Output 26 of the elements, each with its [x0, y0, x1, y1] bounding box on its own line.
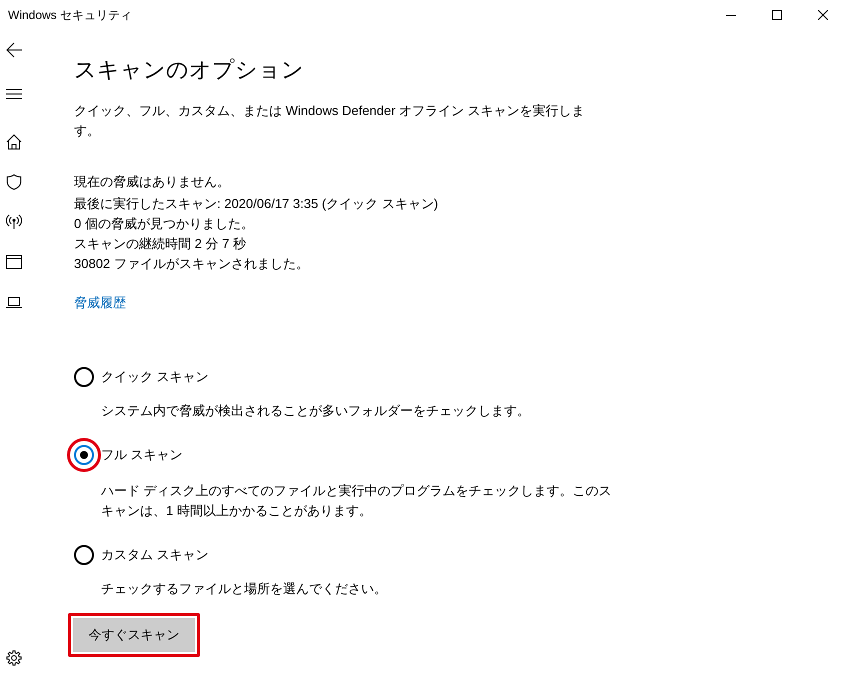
page-title: スキャンのオプション — [74, 56, 304, 84]
laptop-icon[interactable] — [6, 294, 22, 310]
shield-icon[interactable] — [6, 174, 22, 190]
window-icon[interactable] — [6, 254, 22, 270]
menu-icon[interactable] — [6, 86, 22, 102]
maximize-icon[interactable] — [772, 10, 782, 20]
status-text: 現在の脅威はありません。 — [74, 173, 231, 191]
close-icon[interactable] — [818, 10, 828, 20]
option-description: チェックするファイルと場所を選んでください。 — [101, 580, 388, 598]
scan-option-radio[interactable]: カスタム スキャン — [74, 543, 209, 567]
status-text: 最後に実行したスキャン: 2020/06/17 3:35 (クイック スキャン) — [74, 195, 438, 213]
house-icon[interactable] — [6, 134, 22, 150]
option-description: システム内で脅威が検出されることが多いフォルダーをチェックします。 — [101, 402, 531, 420]
status-text: 30802 ファイルがスキャンされました。 — [74, 255, 310, 273]
antenna-icon[interactable] — [6, 214, 22, 230]
option-description: ハード ディスク上のすべてのファイルと実行中のプログラムをチェックします。このスキャンは、1 時間以上かかることがあります。 — [101, 482, 613, 520]
page-description: クイック、フル、カスタム、または Windows Defender オフライン スキャンを実行します。 — [74, 102, 586, 140]
status-text: スキャンの継続時間 2 分 7 秒 — [74, 235, 247, 253]
window-title: Windows セキュリティ — [8, 6, 132, 24]
scan-now-button[interactable]: 今すぐスキャン — [73, 618, 195, 652]
scan-option-radio[interactable]: フル スキャン — [74, 443, 183, 467]
scan-option-radio[interactable]: クイック スキャン — [74, 365, 209, 389]
settings-icon[interactable] — [6, 650, 22, 666]
back-arrow-icon[interactable] — [6, 42, 22, 58]
threat-history-link[interactable]: 脅威履歴 — [74, 293, 126, 313]
status-text: 0 個の脅威が見つかりました。 — [74, 215, 255, 233]
